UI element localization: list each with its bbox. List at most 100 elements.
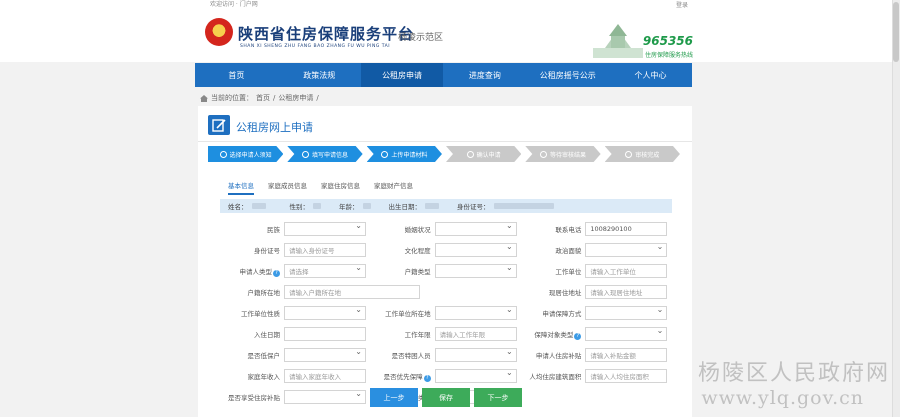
panel-title: 公租房网上申请 bbox=[236, 121, 313, 134]
text-field[interactable]: 请输入户籍所在地 bbox=[284, 285, 420, 299]
form-tab[interactable]: 基本信息 bbox=[228, 180, 254, 195]
scrollbar[interactable] bbox=[892, 0, 900, 417]
hotline-subtitle: 住房保障服务热线 bbox=[644, 52, 693, 59]
form-row: 家庭年收入请输入家庭年收入是否优先保障?人均住房建筑面积请输入人均住房面积 bbox=[220, 367, 672, 385]
select-field[interactable] bbox=[284, 348, 366, 362]
text-field[interactable]: 请输入补贴金额 bbox=[585, 348, 668, 362]
info-id-label: 身份证号： bbox=[457, 203, 490, 211]
form-cell: 文化程度 bbox=[371, 243, 522, 257]
form-cell: 家庭年收入 请输入家庭年收入 bbox=[220, 369, 371, 383]
form-cell: 身份证号 请输入身份证号 bbox=[220, 243, 371, 257]
select-field[interactable] bbox=[585, 306, 668, 320]
breadcrumb-current: 公租房申请 bbox=[278, 94, 314, 102]
select-field[interactable] bbox=[434, 369, 517, 383]
form-tab[interactable]: 家庭财产信息 bbox=[374, 180, 413, 195]
help-icon[interactable]: ? bbox=[574, 332, 582, 340]
form-tab[interactable]: 家庭住房信息 bbox=[321, 180, 360, 195]
select-field[interactable] bbox=[585, 327, 668, 341]
next-step-button[interactable]: 下一步 bbox=[474, 388, 522, 407]
field-label: 是否享受住房补贴 bbox=[220, 392, 284, 402]
field-label: 现居住地址 bbox=[521, 287, 585, 297]
form-buttons: 上一步 保存 下一步 bbox=[370, 388, 522, 407]
form-cell: 是否低保户 bbox=[220, 348, 371, 362]
field-label-text: 申请人住房补贴 bbox=[535, 352, 582, 360]
scroll-thumb[interactable] bbox=[893, 2, 899, 62]
text-field[interactable]: 请输入人均住房面积 bbox=[585, 369, 668, 383]
text-field[interactable] bbox=[284, 327, 366, 341]
form-cell: 工作年限 请输入工作年限 bbox=[371, 327, 522, 341]
nav-item[interactable]: 首页 bbox=[195, 63, 278, 87]
field-label-text: 民族 bbox=[267, 226, 280, 234]
field-label: 人均住房建筑面积 bbox=[521, 371, 585, 381]
nav-item[interactable]: 个人中心 bbox=[609, 63, 692, 87]
masked-value bbox=[251, 203, 266, 209]
select-field[interactable] bbox=[585, 243, 668, 257]
nav-item[interactable]: 政策法规 bbox=[278, 63, 361, 87]
nav-item[interactable]: 公租房申请 bbox=[360, 63, 444, 87]
prev-step-button[interactable]: 上一步 bbox=[370, 388, 418, 407]
field-label: 是否低保户 bbox=[220, 350, 284, 360]
save-button[interactable]: 保存 bbox=[422, 388, 470, 407]
field-label-text: 人均住房建筑面积 bbox=[529, 373, 582, 381]
text-field[interactable]: 请输入家庭年收入 bbox=[284, 369, 366, 383]
select-field[interactable] bbox=[284, 306, 366, 320]
select-field[interactable] bbox=[434, 264, 517, 278]
form-cell: 人均住房建筑面积 请输入人均住房面积 bbox=[521, 369, 672, 383]
select-field[interactable] bbox=[284, 390, 366, 404]
field-label: 家庭年收入 bbox=[220, 371, 284, 381]
form-cell: 政治面貌 bbox=[521, 243, 672, 257]
field-label: 联系电话 bbox=[521, 224, 585, 234]
application-panel: 公租房网上申请 选择申请人须知 填写申请信息 上传申请材料 确认申请 等待审核结果 审核完… bbox=[198, 106, 692, 417]
form-cell: 申请人住房补贴 请输入补贴金额 bbox=[521, 348, 672, 362]
applicant-info-bar: 姓名： 性别： 年龄： 出生日期： 身份证号： bbox=[220, 199, 672, 213]
field-label-text: 是否低保户 bbox=[247, 352, 281, 360]
form-cell: 联系电话 1008290100 bbox=[521, 222, 672, 236]
field-label: 申请保障方式 bbox=[521, 308, 585, 318]
select-field[interactable] bbox=[434, 348, 517, 362]
field-label: 是否特困人员 bbox=[371, 350, 435, 360]
panel-header: 公租房网上申请 bbox=[198, 106, 692, 142]
select-field[interactable]: 请选择 bbox=[284, 264, 366, 278]
masked-value bbox=[313, 203, 321, 209]
step-icon bbox=[540, 151, 547, 158]
field-label: 文化程度 bbox=[371, 245, 435, 255]
form-cell: 是否享受住房补贴 bbox=[220, 390, 371, 404]
step-icon bbox=[467, 151, 474, 158]
watermark-title: 杨陵区人民政府网 bbox=[697, 361, 890, 386]
step-item: 选择申请人须知 bbox=[208, 146, 283, 162]
text-field[interactable]: 请输入工作年限 bbox=[434, 327, 517, 341]
nav-item[interactable]: 公租房摇号公示 bbox=[526, 63, 609, 87]
text-field[interactable]: 1008290100 bbox=[585, 222, 668, 236]
field-label-text: 入住日期 bbox=[254, 331, 280, 339]
form-cell: 民族 bbox=[220, 222, 371, 236]
field-label-text: 申请人类型 bbox=[239, 267, 273, 276]
form-tab[interactable]: 家庭成员信息 bbox=[268, 180, 307, 195]
step-label: 确认申请 bbox=[476, 151, 501, 159]
select-field[interactable] bbox=[284, 222, 366, 236]
form-tabs: 基本信息 家庭成员信息 家庭住房信息 家庭财产信息 bbox=[228, 180, 413, 195]
nav-item[interactable]: 进度查询 bbox=[443, 63, 526, 87]
field-label-text: 是否享受住房补贴 bbox=[228, 394, 280, 402]
field-label-text: 现居住地址 bbox=[548, 289, 582, 297]
field-label: 工作年限 bbox=[371, 329, 435, 339]
breadcrumb-home[interactable]: 首页 bbox=[256, 93, 270, 103]
step-item: 上传申请材料 bbox=[367, 146, 442, 162]
help-icon[interactable]: ? bbox=[273, 269, 280, 277]
text-field[interactable]: 请输入身份证号 bbox=[284, 243, 366, 257]
text-field[interactable]: 请输入现居住地址 bbox=[585, 285, 668, 299]
field-label: 工作单位所在地 bbox=[371, 308, 435, 318]
info-name-label: 姓名： bbox=[228, 203, 248, 211]
text-field[interactable]: 请输入工作单位 bbox=[585, 264, 668, 278]
masked-value bbox=[493, 203, 554, 209]
field-label: 民族 bbox=[220, 224, 284, 234]
help-icon[interactable]: ? bbox=[423, 374, 431, 382]
national-emblem-icon bbox=[205, 18, 233, 46]
field-label-text: 保障对象类型 bbox=[534, 330, 574, 339]
select-field[interactable] bbox=[434, 243, 517, 257]
select-field[interactable] bbox=[434, 306, 517, 320]
step-icon bbox=[625, 151, 632, 158]
field-label: 工作单位性质 bbox=[220, 308, 284, 318]
select-field[interactable] bbox=[434, 222, 517, 236]
step-item: 审核完成 bbox=[605, 146, 680, 162]
step-label: 填写申请信息 bbox=[311, 151, 348, 159]
